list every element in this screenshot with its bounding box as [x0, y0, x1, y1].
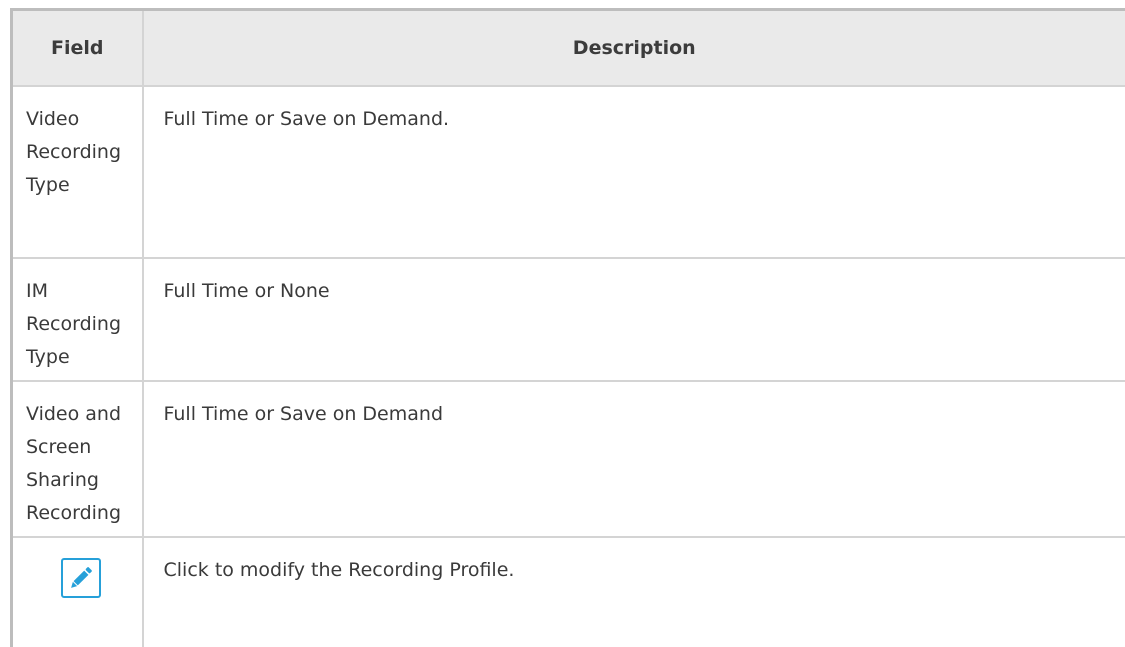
field-description-table: Field Description Video Recording Type F… [10, 8, 1125, 647]
pencil-edit-icon[interactable] [61, 558, 101, 598]
table-row: Video Recording Type Full Time or Save o… [12, 86, 1125, 258]
description-cell: Click to modify the Recording Profile. [143, 537, 1125, 647]
table-row: Click to modify the Recording Profile. [12, 537, 1125, 647]
table-header-row: Field Description [12, 10, 1125, 86]
table-row: Video and Screen Sharing Recording Full … [12, 381, 1125, 537]
table-row: IM Recording Type Full Time or None [12, 258, 1125, 381]
description-cell: Full Time or Save on Demand. [143, 86, 1125, 258]
field-cell: Video and Screen Sharing Recording [12, 381, 143, 537]
field-cell: IM Recording Type [12, 258, 143, 381]
header-description: Description [143, 10, 1125, 86]
description-cell: Full Time or Save on Demand [143, 381, 1125, 537]
header-field: Field [12, 10, 143, 86]
field-cell: Video Recording Type [12, 86, 143, 258]
field-cell [12, 537, 143, 647]
description-cell: Full Time or None [143, 258, 1125, 381]
